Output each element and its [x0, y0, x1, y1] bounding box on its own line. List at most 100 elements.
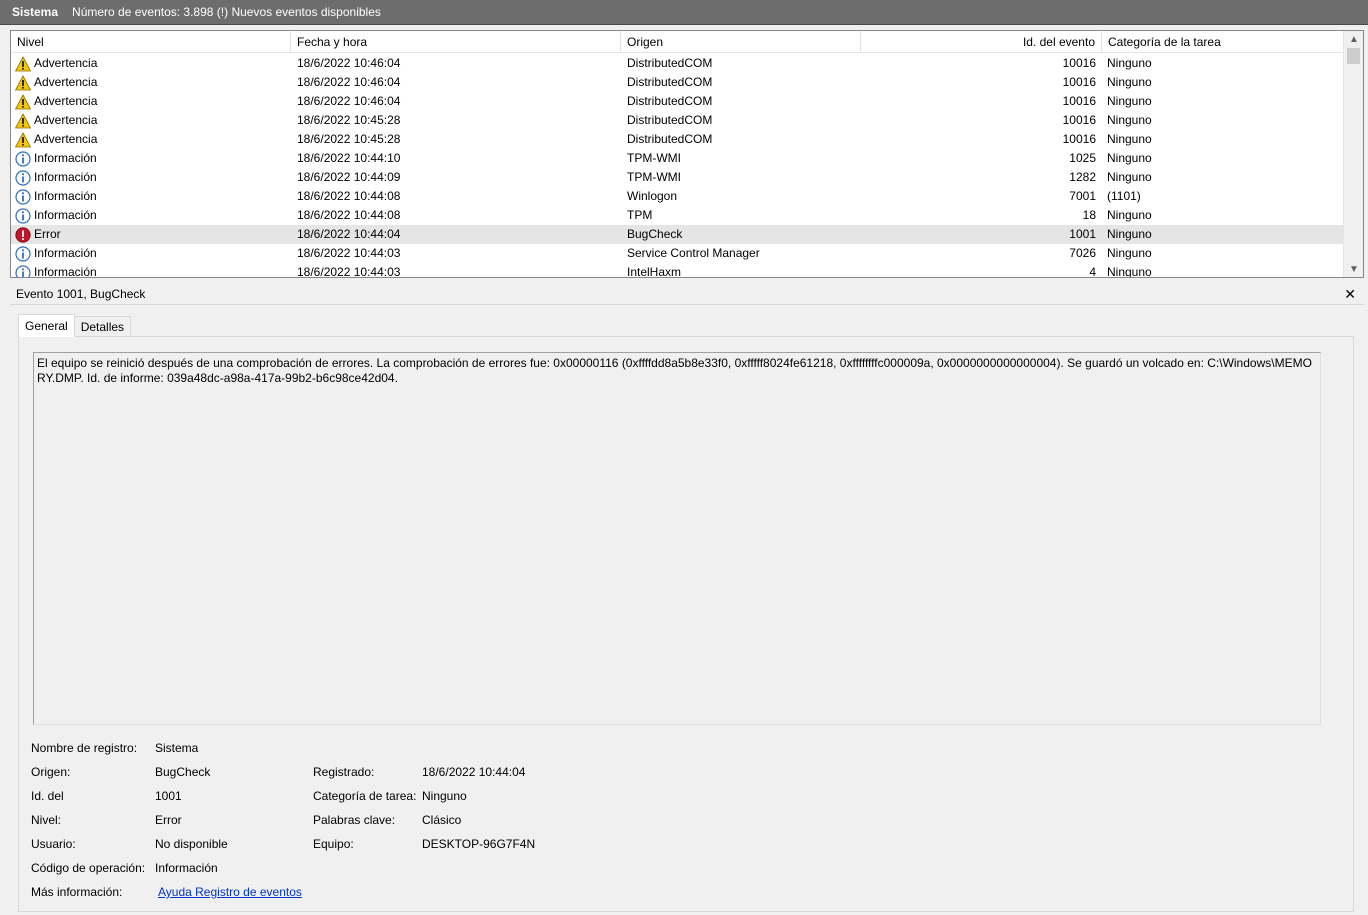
event-row[interactable]: Advertencia 18/6/2022 10:46:04 Distributed… [11, 92, 1343, 111]
log-titlebar: Sistema Número de eventos: 3.898 (!) Nue… [0, 0, 1368, 25]
log-name-label: Nombre de registro: [31, 741, 138, 755]
event-category: Ninguno [1107, 75, 1152, 89]
event-row[interactable]: Advertencia 18/6/2022 10:45:28 Distributed… [11, 111, 1343, 130]
event-level-cell: Información [15, 149, 291, 168]
event-date: 18/6/2022 10:44:03 [297, 265, 401, 278]
event-source: DistributedCOM [627, 75, 713, 89]
event-description[interactable]: El equipo se reinició después de una com… [33, 352, 1321, 725]
event-level: Advertencia [34, 56, 98, 70]
event-row[interactable]: Información 18/6/2022 10:44:10 TPM-WMI 1025… [11, 149, 1343, 168]
keywords-label: Palabras clave: [313, 813, 396, 827]
event-id: 10016 [1062, 113, 1096, 127]
event-id: 10016 [1062, 56, 1096, 70]
event-source: DistributedCOM [627, 132, 713, 146]
more-info-link[interactable]: Ayuda Registro de eventos [158, 882, 302, 902]
event-id: 10016 [1062, 75, 1096, 89]
log-title: Sistema [12, 5, 59, 19]
event-id: 10016 [1062, 132, 1096, 146]
scroll-up-icon[interactable]: ▲ [1344, 31, 1363, 47]
event-level-cell: Información [15, 206, 291, 225]
event-level-cell: Información [15, 263, 291, 278]
event-row[interactable]: Advertencia 18/6/2022 10:45:28 Distributed… [11, 130, 1343, 149]
logged-value: 18/6/2022 10:44:04 [422, 765, 526, 779]
event-row[interactable]: Información 18/6/2022 10:44:09 TPM-WMI 1282… [11, 168, 1343, 187]
event-category: Ninguno [1107, 56, 1152, 70]
event-id: 18 [1082, 208, 1096, 222]
event-detail-header: Evento 1001, BugCheck ✕ [10, 284, 1364, 305]
info-icon [15, 207, 31, 224]
keywords-value: Clásico [422, 813, 462, 827]
event-row[interactable]: Información 18/6/2022 10:44:03 Service Con… [11, 244, 1343, 263]
event-id: 1282 [1069, 170, 1096, 184]
event-id: 7026 [1069, 246, 1096, 260]
event-id: 10016 [1062, 94, 1096, 108]
event-source: Service Control Manager [627, 246, 760, 260]
warning-icon [14, 93, 32, 110]
event-source: IntelHaxm [627, 265, 682, 278]
event-source: DistributedCOM [627, 56, 713, 70]
event-date: 18/6/2022 10:45:28 [297, 132, 401, 146]
source-value: BugCheck [155, 765, 211, 779]
scroll-down-icon[interactable]: ▼ [1344, 261, 1363, 277]
event-category: Ninguno [1107, 246, 1152, 260]
event-row[interactable]: Advertencia 18/6/2022 10:46:04 Distributed… [11, 73, 1343, 92]
event-level-cell: Información [15, 244, 291, 263]
column-header-date[interactable]: Fecha y hora [291, 31, 621, 53]
event-count-info[interactable]: Número de eventos: 3.898 (!) Nuevos even… [72, 5, 381, 19]
event-row[interactable]: Error 18/6/2022 10:44:04 BugCheck 1001 Ningu… [11, 225, 1343, 244]
event-row[interactable]: Información 18/6/2022 10:44:08 Winlogon 700… [11, 187, 1343, 206]
event-date: 18/6/2022 10:46:04 [297, 94, 401, 108]
opcode-value: Información [155, 861, 218, 875]
event-level: Información [34, 265, 97, 278]
event-date: 18/6/2022 10:44:03 [297, 246, 401, 260]
event-detail-title: Evento 1001, BugCheck [16, 287, 146, 301]
event-level-cell: Información [15, 168, 291, 187]
tab-general[interactable]: General [18, 314, 75, 337]
event-level: Información [34, 208, 97, 222]
event-list-scrollbar[interactable]: ▲ ▼ [1343, 31, 1363, 277]
event-level-cell: Información [15, 187, 291, 206]
user-value: No disponible [155, 837, 228, 851]
event-level-cell: Error [15, 225, 291, 244]
event-list[interactable]: Nivel Fecha y hora Origen Id. del evento… [10, 30, 1364, 278]
event-list-header: Nivel Fecha y hora Origen Id. del evento… [11, 31, 1343, 53]
column-header-source[interactable]: Origen [621, 31, 861, 53]
column-header-event-id[interactable]: Id. del evento [861, 31, 1102, 53]
event-id: 7001 [1069, 189, 1096, 203]
column-header-level[interactable]: Nivel [11, 31, 291, 53]
event-row[interactable]: Información 18/6/2022 10:44:03 IntelHaxm 4 N… [11, 263, 1343, 278]
event-id: 1025 [1069, 151, 1096, 165]
info-icon [15, 245, 31, 262]
event-level: Información [34, 151, 97, 165]
warning-icon [14, 55, 32, 72]
event-category: Ninguno [1107, 208, 1152, 222]
event-category: Ninguno [1107, 151, 1152, 165]
event-date: 18/6/2022 10:46:04 [297, 56, 401, 70]
info-icon [15, 264, 31, 277]
event-category: Ninguno [1107, 94, 1152, 108]
event-id-label: Id. del [31, 789, 64, 803]
event-level: Información [34, 189, 97, 203]
event-category: Ninguno [1107, 113, 1152, 127]
event-level: Información [34, 246, 97, 260]
error-icon [15, 226, 31, 243]
column-header-category[interactable]: Categoría de la tarea [1102, 31, 1343, 53]
event-date: 18/6/2022 10:46:04 [297, 75, 401, 89]
scrollbar-thumb[interactable] [1347, 48, 1360, 64]
event-source: DistributedCOM [627, 94, 713, 108]
event-source: TPM-WMI [627, 170, 681, 184]
event-source: TPM-WMI [627, 151, 681, 165]
level-label: Nivel: [31, 813, 62, 827]
level-value: Error [155, 813, 182, 827]
warning-icon [14, 131, 32, 148]
close-icon[interactable]: ✕ [1344, 284, 1356, 305]
tab-details[interactable]: Detalles [73, 316, 132, 337]
more-info-label: Más información: [31, 885, 123, 899]
event-row[interactable]: Información 18/6/2022 10:44:08 TPM 18 Ningun… [11, 206, 1343, 225]
source-label: Origen: [31, 765, 71, 779]
event-level: Error [34, 227, 61, 241]
event-source: BugCheck [627, 227, 683, 241]
event-row[interactable]: Advertencia 18/6/2022 10:46:04 Distributed… [11, 54, 1343, 73]
event-id: 4 [1089, 265, 1096, 278]
event-date: 18/6/2022 10:44:08 [297, 208, 401, 222]
